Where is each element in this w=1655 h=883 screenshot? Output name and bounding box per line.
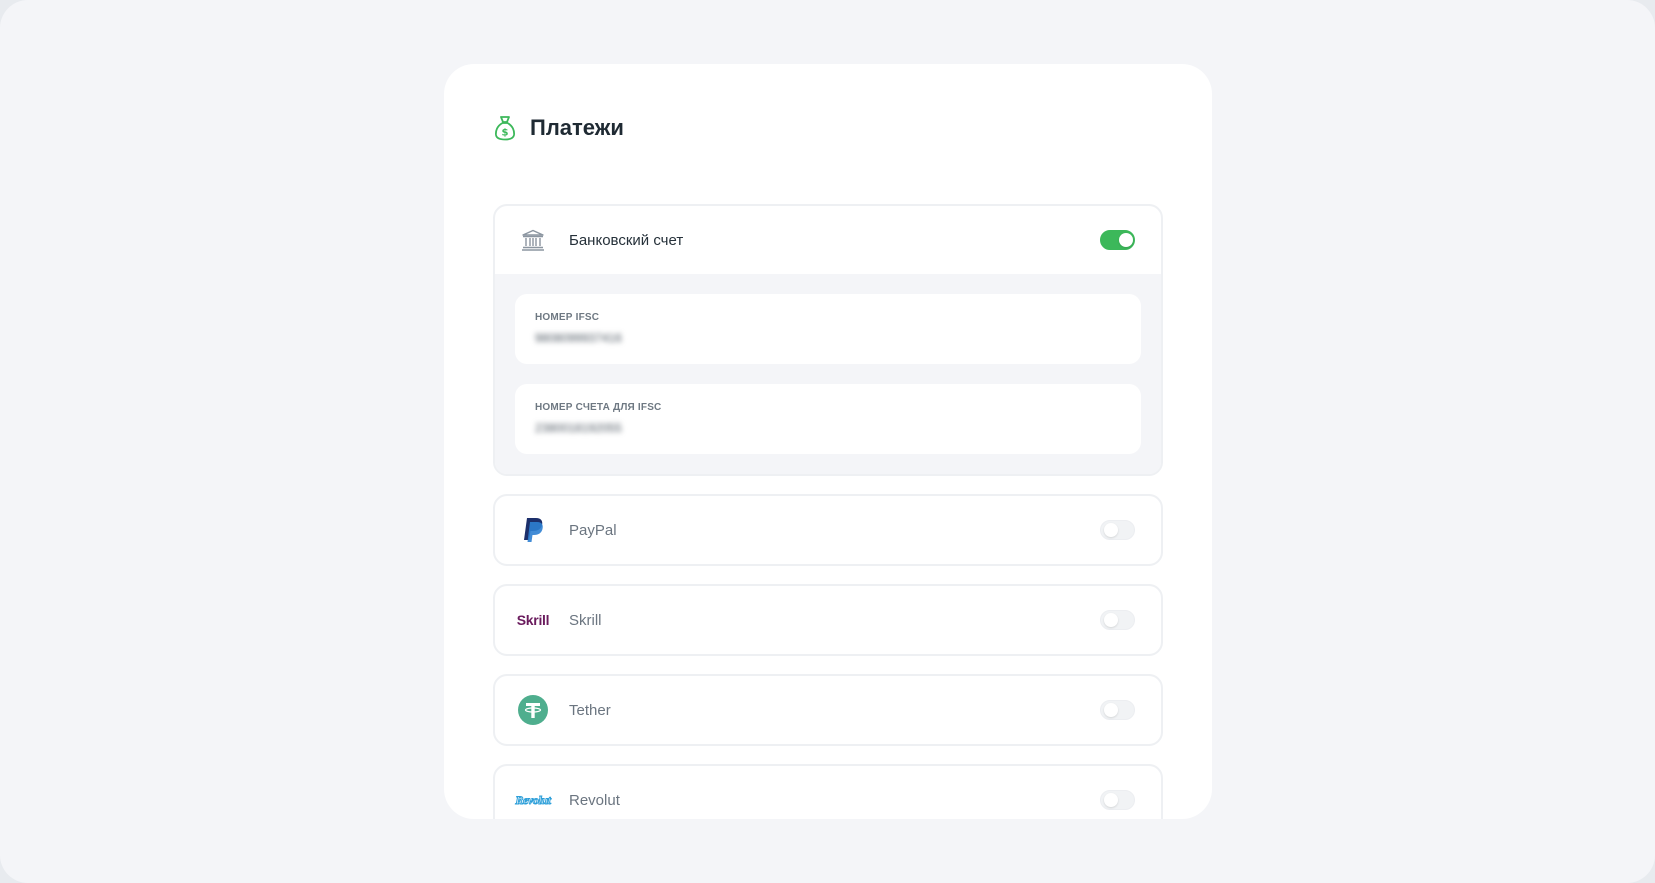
page-title: Платежи [530,115,624,140]
tether-toggle[interactable] [1100,700,1135,720]
payment-method-skrill: Skrill Skrill [493,584,1163,656]
tether-icon [513,690,553,730]
revolut-toggle[interactable] [1100,790,1135,810]
tether-label: Tether [569,701,611,719]
toggle-knob [1104,703,1118,717]
skrill-label: Skrill [569,611,602,629]
account-number-field[interactable]: НОМЕР СЧЕТА ДЛЯ IFSC 2380018192055 [515,384,1141,454]
toggle-knob [1104,523,1118,537]
skrill-toggle[interactable] [1100,610,1135,630]
revolut-logo-text: Revolut [515,792,551,808]
revolut-label: Revolut [569,791,620,809]
skrill-logo: Skrill [513,600,553,640]
app-background: $ Платежи Банковский счет НОМЕР IFSC 980… [0,0,1655,883]
account-number-value: 2380018192055 [535,421,622,435]
skrill-logo-text: Skrill [516,612,550,628]
paypal-icon [513,510,553,550]
tether-row[interactable]: Tether [495,676,1161,744]
paypal-label: PayPal [569,521,617,539]
money-bag-icon: $ [494,115,516,141]
bank-details: НОМЕР IFSC 9808099937416 НОМЕР СЧЕТА ДЛЯ… [495,274,1161,474]
ifsc-value: 9808099937416 [535,331,622,345]
skrill-row[interactable]: Skrill Skrill [495,586,1161,654]
bank-row[interactable]: Банковский счет [495,206,1161,274]
svg-text:$: $ [502,128,509,139]
bank-label: Банковский счет [569,231,684,249]
payment-method-tether: Tether [493,674,1163,746]
payments-header: $ Платежи [494,112,624,144]
bank-toggle[interactable] [1100,230,1135,250]
ifsc-field[interactable]: НОМЕР IFSC 9808099937416 [515,294,1141,364]
payment-method-paypal: PayPal [493,494,1163,566]
paypal-row[interactable]: PayPal [495,496,1161,564]
payment-methods-list: Банковский счет НОМЕР IFSC 9808099937416… [493,204,1163,819]
bank-icon [513,220,553,260]
payment-method-bank: Банковский счет НОМЕР IFSC 9808099937416… [493,204,1163,476]
toggle-knob [1119,233,1133,247]
paypal-toggle[interactable] [1100,520,1135,540]
payments-card: $ Платежи Банковский счет НОМЕР IFSC 980… [444,64,1212,819]
account-number-label: НОМЕР СЧЕТА ДЛЯ IFSC [535,402,662,413]
toggle-knob [1104,613,1118,627]
revolut-row[interactable]: Revolut Revolut [495,766,1161,819]
toggle-knob [1104,793,1118,807]
revolut-logo: Revolut [513,780,553,819]
ifsc-label: НОМЕР IFSC [535,312,600,323]
payment-method-revolut: Revolut Revolut [493,764,1163,819]
